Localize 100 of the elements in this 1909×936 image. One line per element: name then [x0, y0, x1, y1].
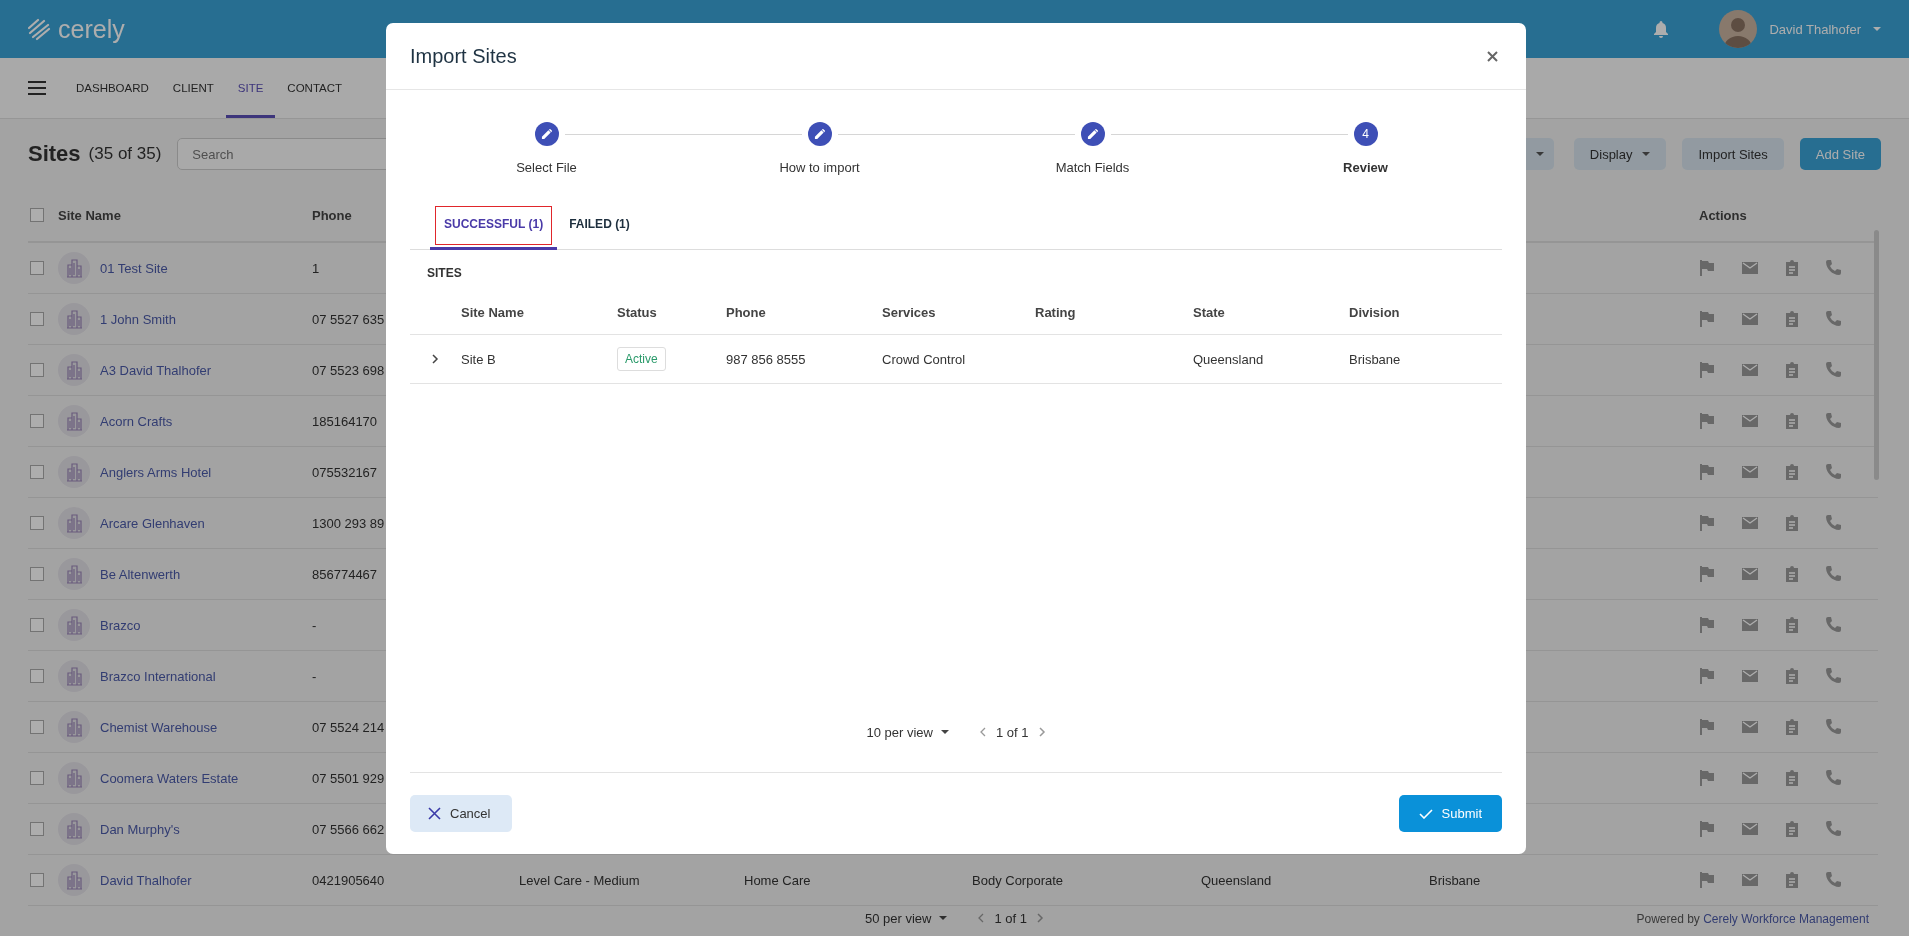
- flag-icon[interactable]: [1699, 770, 1715, 786]
- site-name-link[interactable]: Coomera Waters Estate: [100, 770, 239, 786]
- flag-icon[interactable]: [1699, 668, 1715, 684]
- mail-icon[interactable]: [1741, 669, 1759, 683]
- flag-icon[interactable]: [1699, 311, 1715, 327]
- row-checkbox[interactable]: [30, 414, 44, 428]
- footer-link[interactable]: Cerely Workforce Management: [1703, 912, 1869, 926]
- mail-icon[interactable]: [1741, 465, 1759, 479]
- clipboard-icon[interactable]: [1785, 617, 1799, 633]
- mail-icon[interactable]: [1741, 567, 1759, 581]
- site-name-link[interactable]: Be Altenwerth: [100, 566, 181, 582]
- mail-icon[interactable]: [1741, 261, 1759, 275]
- per-view-dropdown[interactable]: 50 per view: [865, 910, 948, 926]
- mail-icon[interactable]: [1741, 312, 1759, 326]
- flag-icon[interactable]: [1699, 617, 1715, 633]
- site-name-link[interactable]: Brazco International: [100, 668, 216, 684]
- display-dropdown[interactable]: Display: [1573, 138, 1667, 170]
- site-name-link[interactable]: Dan Murphy's: [100, 821, 180, 837]
- site-name-link[interactable]: 1 John Smith: [100, 311, 176, 327]
- clipboard-icon[interactable]: [1785, 821, 1799, 837]
- row-checkbox[interactable]: [30, 465, 44, 479]
- site-name-link[interactable]: Arcare Glenhaven: [100, 515, 205, 531]
- row-checkbox[interactable]: [30, 567, 44, 581]
- mail-icon[interactable]: [1741, 516, 1759, 530]
- phone-icon[interactable]: [1825, 464, 1841, 480]
- scrollbar[interactable]: [1874, 230, 1879, 480]
- clipboard-icon[interactable]: [1785, 362, 1799, 378]
- nav-tab[interactable]: CLIENT: [160, 58, 226, 118]
- mail-icon[interactable]: [1741, 720, 1759, 734]
- filter-dropdown[interactable]: [1525, 138, 1554, 170]
- row-checkbox[interactable]: [30, 873, 44, 887]
- site-name-link[interactable]: Brazco: [100, 617, 141, 633]
- mail-icon[interactable]: [1741, 771, 1759, 785]
- cancel-button[interactable]: Cancel: [410, 795, 513, 832]
- tab[interactable]: FAILED (1): [557, 201, 642, 250]
- tab[interactable]: SUCCESSFUL (1): [430, 201, 558, 250]
- clipboard-icon[interactable]: [1785, 719, 1799, 735]
- clipboard-icon[interactable]: [1785, 311, 1799, 327]
- phone-icon[interactable]: [1825, 515, 1841, 531]
- flag-icon[interactable]: [1699, 260, 1715, 276]
- site-name-link[interactable]: David Thalhofer: [100, 872, 192, 888]
- mail-icon[interactable]: [1741, 414, 1759, 428]
- flag-icon[interactable]: [1699, 362, 1715, 378]
- import-button[interactable]: Import Sites: [1682, 138, 1784, 170]
- row-checkbox[interactable]: [30, 261, 44, 275]
- chevron-right-icon[interactable]: [1038, 727, 1046, 737]
- bell-icon[interactable]: [1653, 20, 1670, 38]
- row-checkbox[interactable]: [30, 720, 44, 734]
- site-name-link[interactable]: Acorn Crafts: [100, 413, 173, 429]
- flag-icon[interactable]: [1699, 719, 1715, 735]
- phone-icon[interactable]: [1825, 872, 1841, 888]
- phone-icon[interactable]: [1825, 821, 1841, 837]
- mail-icon[interactable]: [1741, 873, 1759, 887]
- clipboard-icon[interactable]: [1785, 464, 1799, 480]
- site-name-link[interactable]: Anglers Arms Hotel: [100, 464, 212, 480]
- chevron-left-icon[interactable]: [978, 727, 986, 737]
- phone-icon[interactable]: [1825, 362, 1841, 378]
- phone-icon[interactable]: [1825, 719, 1841, 735]
- flag-icon[interactable]: [1699, 464, 1715, 480]
- nav-tab[interactable]: SITE: [225, 58, 276, 118]
- clipboard-icon[interactable]: [1785, 260, 1799, 276]
- clipboard-icon[interactable]: [1785, 668, 1799, 684]
- flag-icon[interactable]: [1699, 821, 1715, 837]
- row-checkbox[interactable]: [30, 516, 44, 530]
- chevron-right-icon[interactable]: [1037, 913, 1044, 923]
- clipboard-icon[interactable]: [1785, 770, 1799, 786]
- flag-icon[interactable]: [1699, 515, 1715, 531]
- select-all-checkbox[interactable]: [30, 208, 44, 222]
- row-checkbox[interactable]: [30, 312, 44, 326]
- phone-icon[interactable]: [1825, 668, 1841, 684]
- phone-icon[interactable]: [1825, 413, 1841, 429]
- menu-icon[interactable]: [28, 81, 46, 95]
- row-checkbox[interactable]: [30, 771, 44, 785]
- nav-tab[interactable]: DASHBOARD: [64, 58, 161, 118]
- row-checkbox[interactable]: [30, 618, 44, 632]
- flag-icon[interactable]: [1699, 413, 1715, 429]
- clipboard-icon[interactable]: [1785, 566, 1799, 582]
- row-checkbox[interactable]: [30, 822, 44, 836]
- phone-icon[interactable]: [1825, 566, 1841, 582]
- flag-icon[interactable]: [1699, 566, 1715, 582]
- mail-icon[interactable]: [1741, 363, 1759, 377]
- site-name-link[interactable]: 01 Test Site: [100, 260, 168, 276]
- expand-toggle[interactable]: [432, 354, 439, 364]
- phone-icon[interactable]: [1825, 770, 1841, 786]
- nav-tab[interactable]: CONTACT: [275, 58, 355, 118]
- row-checkbox[interactable]: [30, 669, 44, 683]
- mail-icon[interactable]: [1741, 822, 1759, 836]
- row-checkbox[interactable]: [30, 363, 44, 377]
- phone-icon[interactable]: [1825, 260, 1841, 276]
- mail-icon[interactable]: [1741, 618, 1759, 632]
- site-name-link[interactable]: Chemist Warehouse: [100, 719, 218, 735]
- phone-icon[interactable]: [1825, 311, 1841, 327]
- per-view-dropdown[interactable]: 10 per view: [866, 724, 949, 740]
- clipboard-icon[interactable]: [1785, 515, 1799, 531]
- submit-button[interactable]: Submit: [1398, 795, 1502, 832]
- phone-icon[interactable]: [1825, 617, 1841, 633]
- flag-icon[interactable]: [1699, 872, 1715, 888]
- add-button[interactable]: Add Site: [1799, 138, 1881, 170]
- site-name-link[interactable]: A3 David Thalhofer: [100, 362, 212, 378]
- user-name[interactable]: David Thalhofer: [1769, 21, 1861, 37]
